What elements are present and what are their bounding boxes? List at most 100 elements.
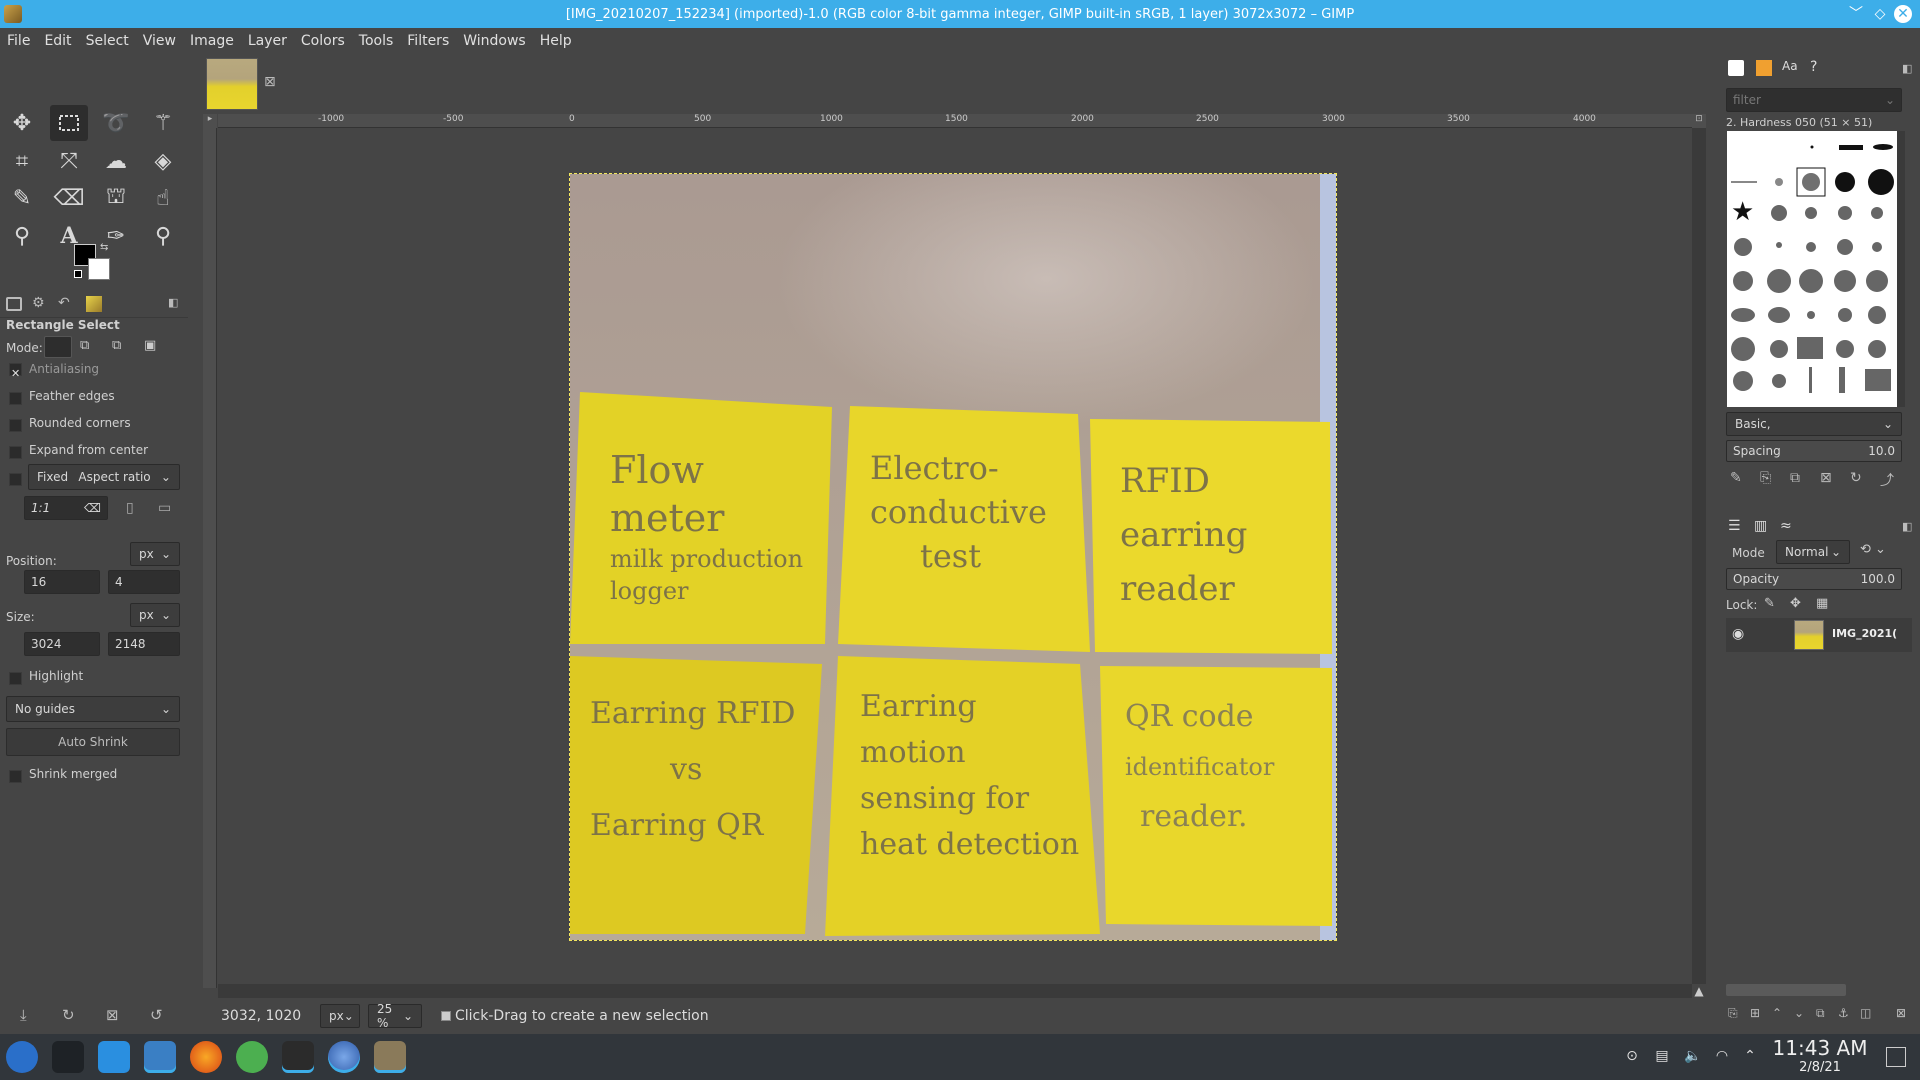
gimp-taskbar-icon[interactable] xyxy=(374,1041,406,1073)
clear-icon[interactable]: ⌫ xyxy=(84,501,101,515)
images-tab-icon[interactable] xyxy=(86,296,102,312)
move-tool-icon[interactable]: ✥ xyxy=(3,105,41,141)
size-width-input[interactable]: 3024 xyxy=(24,632,100,656)
edit-brush-icon[interactable]: ✎ xyxy=(1730,470,1742,486)
unit-select[interactable]: px ⌄ xyxy=(320,1004,360,1028)
fonts-tab-icon[interactable]: Aa xyxy=(1782,59,1798,73)
reset-preset-icon[interactable]: ↺ xyxy=(150,1006,163,1024)
clock-time[interactable]: 11:43 AM xyxy=(1770,1036,1870,1060)
paths-tool-icon[interactable]: ⚲ xyxy=(3,218,41,254)
brush-grid-scrollbar[interactable] xyxy=(1897,131,1905,407)
size-height-input[interactable]: 2148 xyxy=(108,632,180,656)
layer-mode-select[interactable]: Normal ⌄ xyxy=(1776,540,1850,564)
lock-position-icon[interactable]: ✥ xyxy=(1790,596,1801,611)
delete-preset-icon[interactable]: ⊠ xyxy=(106,1006,119,1024)
chrome-icon[interactable] xyxy=(328,1041,360,1073)
rect-select-tool-icon[interactable] xyxy=(50,105,88,141)
menu-filters[interactable]: Filters xyxy=(400,33,456,49)
menu-select[interactable]: Select xyxy=(79,33,136,49)
paintbrush-tool-icon[interactable]: ✎ xyxy=(3,180,41,216)
tray-expand-icon[interactable]: ⌃ xyxy=(1742,1048,1758,1064)
duplicate-layer-icon[interactable]: ⧉ xyxy=(1816,1006,1825,1021)
vertical-scrollbar[interactable] xyxy=(1692,128,1706,984)
firefox-icon[interactable] xyxy=(190,1041,222,1073)
horizontal-ruler[interactable]: -1000 -500 0 500 1000 1500 2000 2500 300… xyxy=(218,114,1692,128)
clock-date[interactable]: 2/8/21 xyxy=(1770,1060,1870,1075)
mask-layer-icon[interactable]: ◫ xyxy=(1860,1006,1871,1020)
layers-scrollbar[interactable] xyxy=(1726,984,1846,996)
crop-tool-icon[interactable]: ⌗ xyxy=(3,143,41,179)
lower-layer-icon[interactable]: ⌄ xyxy=(1794,1006,1804,1020)
clipboard-icon[interactable]: ▤ xyxy=(1654,1048,1670,1064)
smudge-tool-icon[interactable]: ☝ xyxy=(144,180,182,216)
quick-mask-corner-icon[interactable]: ▸ xyxy=(203,114,217,128)
show-desktop-corner-icon[interactable] xyxy=(1886,1047,1906,1067)
new-layer-group-icon[interactable]: ⎘ xyxy=(1728,1006,1738,1021)
navigate-icon[interactable]: ▲ xyxy=(1692,984,1706,998)
undo-history-tab-icon[interactable]: ↶ xyxy=(58,295,70,311)
opacity-slider[interactable]: Opacity 100.0 xyxy=(1726,568,1902,590)
configure-tab-icon[interactable]: ◧ xyxy=(168,296,178,309)
mode-add-icon[interactable]: ⧉ xyxy=(80,338,89,353)
lock-pixels-icon[interactable]: ✎ xyxy=(1764,596,1775,611)
spacing-slider[interactable]: Spacing 10.0 xyxy=(1726,440,1902,462)
fixed-checkbox[interactable] xyxy=(9,471,22,490)
swap-colors-icon[interactable]: ⇆ xyxy=(100,242,108,253)
help-tab-icon[interactable]: ? xyxy=(1810,59,1817,75)
position-unit-select[interactable]: px ⌄ xyxy=(130,542,180,566)
layers-tab-icon[interactable]: ☰ xyxy=(1728,518,1741,534)
transform-tool-icon[interactable]: ⤧ xyxy=(50,143,88,179)
menu-tools[interactable]: Tools xyxy=(352,33,401,49)
brush-filter-input[interactable]: filter ⌄ xyxy=(1726,88,1902,112)
layer-row[interactable]: ◉ IMG_2021( xyxy=(1726,618,1912,652)
antialiasing-checkbox[interactable] xyxy=(9,363,22,383)
brush-tag-select[interactable]: Basic, ⌄ xyxy=(1726,412,1902,436)
warp-tool-icon[interactable]: ☁ xyxy=(97,143,135,179)
zoom-tool-icon[interactable]: ⚲ xyxy=(144,218,182,254)
delete-brush-icon[interactable]: ⊠ xyxy=(1820,470,1832,486)
menu-view[interactable]: View xyxy=(136,33,183,49)
portrait-icon[interactable]: ▯ xyxy=(126,500,134,516)
brush-grid[interactable]: ★ xyxy=(1727,131,1897,407)
maximize-icon[interactable]: ◇ xyxy=(1870,4,1890,24)
new-layer-icon[interactable]: ⊞ xyxy=(1750,1006,1760,1020)
paths-tab-icon[interactable]: ≈ xyxy=(1780,518,1792,534)
wifi-icon[interactable]: ◠ xyxy=(1714,1048,1730,1064)
clone-tool-icon[interactable]: ⛫ xyxy=(97,180,135,216)
mode-replace-icon[interactable] xyxy=(44,336,72,358)
menu-windows[interactable]: Windows xyxy=(456,33,533,49)
auto-shrink-button[interactable]: Auto Shrink xyxy=(6,728,180,756)
image-canvas[interactable]: Flow meter milk production logger Electr… xyxy=(569,173,1337,941)
volume-icon[interactable]: 🔈 xyxy=(1684,1048,1701,1064)
open-brush-icon[interactable]: ⤴ xyxy=(1880,470,1894,490)
fedora-menu-icon[interactable] xyxy=(6,1041,38,1073)
zoom-select[interactable]: 25 % ⌄ xyxy=(368,1002,422,1030)
menu-image[interactable]: Image xyxy=(183,33,241,49)
menu-file[interactable]: File xyxy=(0,33,37,49)
chromium-icon[interactable] xyxy=(236,1041,268,1073)
show-desktop-icon[interactable] xyxy=(52,1041,84,1073)
cancel-icon[interactable] xyxy=(441,1011,451,1021)
restore-preset-icon[interactable]: ↻ xyxy=(62,1006,75,1024)
landscape-icon[interactable]: ▭ xyxy=(158,500,171,516)
close-icon[interactable]: ✕ xyxy=(1894,5,1912,23)
new-brush-icon[interactable]: ⎘ xyxy=(1760,470,1771,486)
brushes-tab-icon[interactable] xyxy=(1728,60,1744,76)
position-x-input[interactable]: 16 xyxy=(24,570,100,594)
menu-layer[interactable]: Layer xyxy=(241,33,294,49)
raise-layer-icon[interactable]: ⌃ xyxy=(1772,1006,1782,1020)
minimize-icon[interactable]: ﹀ xyxy=(1846,4,1866,24)
configure-tab-icon[interactable]: ◧ xyxy=(1902,520,1912,533)
rounded-corners-checkbox[interactable] xyxy=(9,417,22,436)
mode-subtract-icon[interactable]: ⧉ xyxy=(112,338,121,353)
updates-icon[interactable]: ⊙ xyxy=(1624,1048,1640,1064)
zoom-follow-icon[interactable]: ⊡ xyxy=(1692,114,1706,128)
terminal-icon[interactable] xyxy=(282,1041,314,1073)
feather-edges-checkbox[interactable] xyxy=(9,390,22,409)
close-image-icon[interactable]: ⊠ xyxy=(264,74,276,90)
fixed-aspect-combo[interactable]: Fixed Aspect ratio ⌄ xyxy=(28,464,180,490)
image-tab-thumbnail[interactable] xyxy=(206,58,258,110)
fuzzy-select-tool-icon[interactable]: ⚚ xyxy=(144,105,182,141)
lasso-tool-icon[interactable]: ➰ xyxy=(97,105,135,141)
lock-alpha-icon[interactable]: ▦ xyxy=(1816,596,1828,611)
